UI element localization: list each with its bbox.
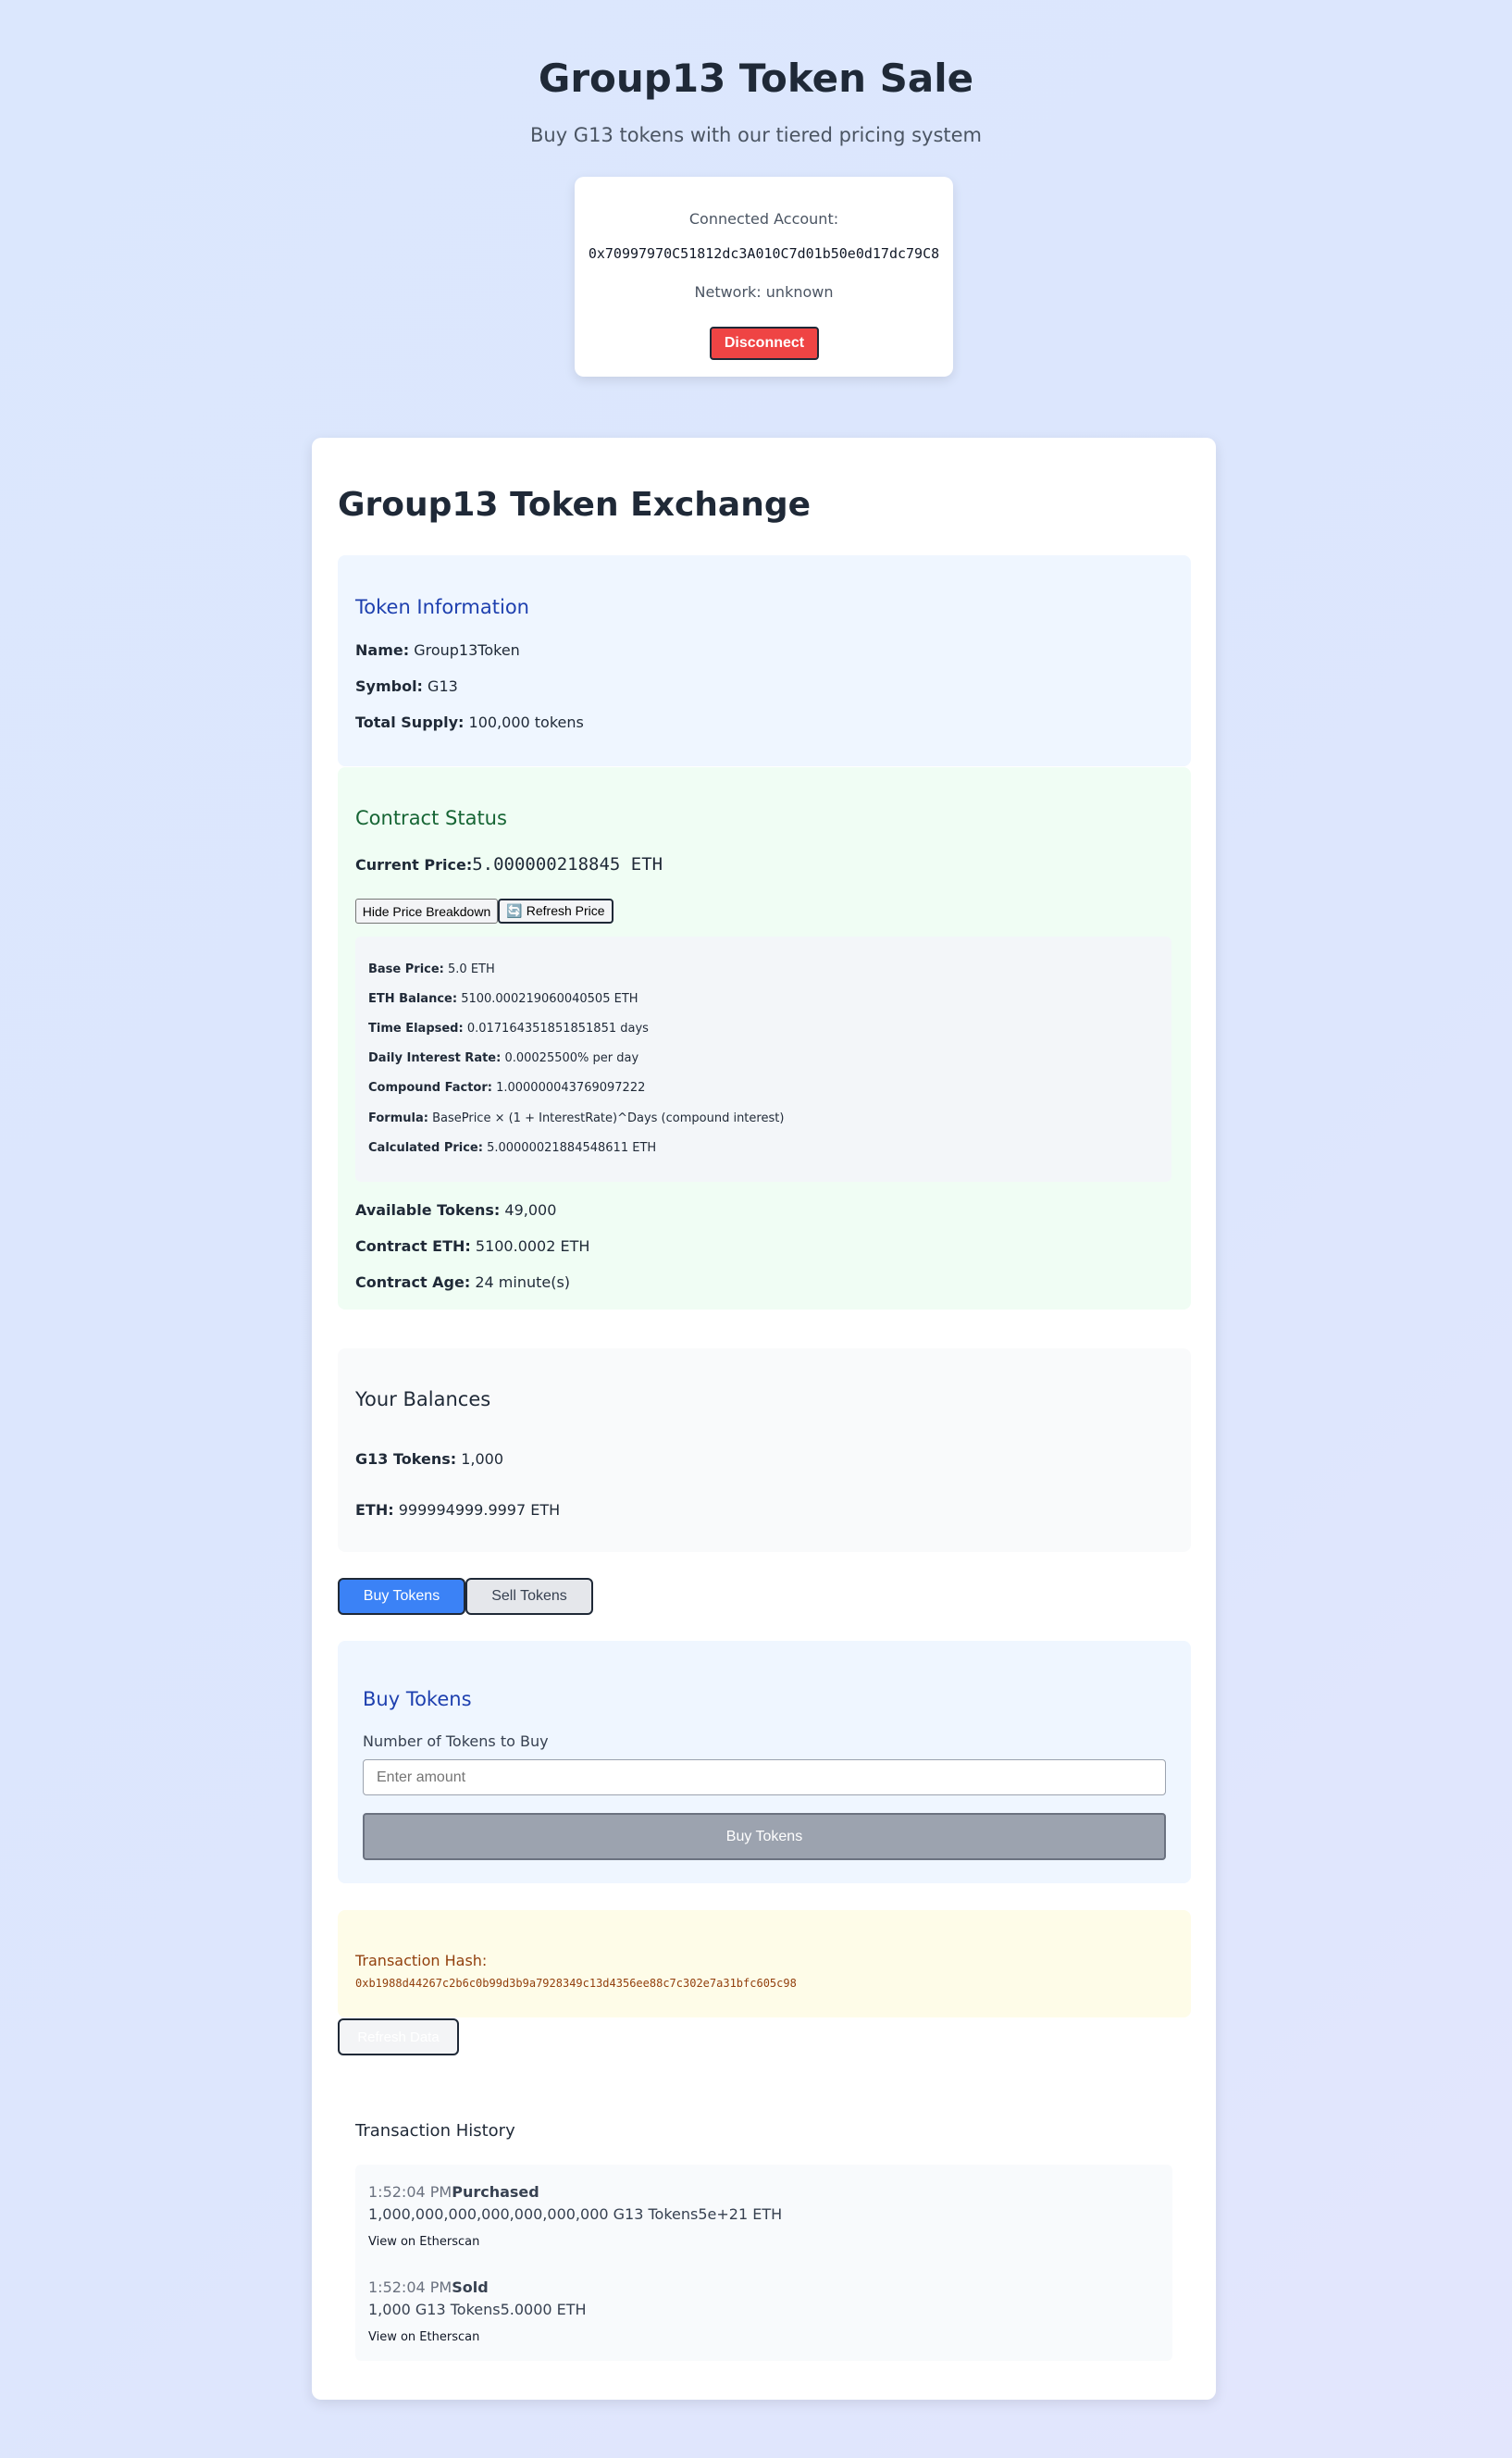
price-breakdown-panel: Base Price: 5.0 ETH ETH Balance: 5100.00… (355, 937, 1171, 1182)
token-symbol-row: Symbol: G13 (355, 677, 458, 695)
token-name-value: Group13Token (414, 641, 520, 659)
balances-section: Your Balances G13 Tokens: 1,000 ETH: 999… (338, 1348, 1191, 1552)
calculated-price-value: 5.00000021884548611 ETH (487, 1141, 657, 1155)
compound-factor-value: 1.000000043769097222 (496, 1081, 646, 1095)
exchange-title: Group13 Token Exchange (338, 486, 812, 524)
breakdown-formula: Formula: BasePrice × (1 + InterestRate)^… (368, 1111, 784, 1125)
history-detail: 1,000,000,000,000,000,000,000 G13 Tokens… (368, 2205, 783, 2223)
exchange-card: Group13 Token Exchange Token Information… (312, 438, 1216, 2400)
transaction-hash-value: 0xb1988d44267c2b6c0b99d3b9a7928349c13d43… (355, 1977, 797, 1990)
eth-balance-label: ETH Balance: (368, 992, 458, 1006)
breakdown-time-elapsed: Time Elapsed: 0.017164351851851851 days (368, 1022, 649, 1036)
connected-account-label: Connected Account: (688, 210, 839, 228)
account-card: Connected Account: 0x70997970C51812dc3A0… (575, 177, 953, 377)
disconnect-button[interactable]: Disconnect (710, 327, 819, 360)
history-detail: 1,000 G13 Tokens5.0000 ETH (368, 2301, 587, 2318)
breakdown-eth-balance: ETH Balance: 5100.000219060040505 ETH (368, 992, 638, 1006)
refresh-price-label: Refresh Price (526, 903, 605, 918)
eth-balance-value: 5100.000219060040505 ETH (461, 992, 638, 1006)
buy-form-title: Buy Tokens (363, 1688, 472, 1710)
account-address: 0x70997970C51812dc3A010C7d01b50e0d17dc79… (588, 245, 940, 262)
time-elapsed-value: 0.017164351851851851 days (466, 1022, 649, 1036)
current-price-row: Current Price:5.000000218845 ETH (355, 854, 663, 875)
eth-balance-row: ETH: 999994999.9997 ETH (355, 1501, 560, 1519)
contract-eth-label: Contract ETH: (355, 1237, 471, 1255)
token-symbol-label: Symbol: (355, 677, 423, 695)
token-symbol-value: G13 (428, 677, 458, 695)
available-tokens-label: Available Tokens: (355, 1201, 501, 1219)
page-title: Group13 Token Sale (538, 56, 974, 101)
g13-balance-row: G13 Tokens: 1,000 (355, 1450, 503, 1468)
page-subtitle: Buy G13 tokens with our tiered pricing s… (529, 124, 983, 146)
tab-buy-tokens[interactable]: Buy Tokens (338, 1578, 465, 1615)
refresh-price-button[interactable]: 🔄 Refresh Price (498, 899, 613, 924)
available-tokens-value: 49,000 (504, 1201, 557, 1219)
amount-label: Number of Tokens to Buy (363, 1732, 549, 1750)
token-supply-value: 100,000 tokens (468, 714, 584, 731)
tab-sell-tokens[interactable]: Sell Tokens (465, 1578, 593, 1615)
eth-balance-value: 999994999.9997 ETH (398, 1501, 561, 1519)
history-item-header: 1:52:04 PMPurchased (368, 2183, 539, 2201)
transaction-history-title: Transaction History (355, 2121, 515, 2141)
token-info-title: Token Information (355, 596, 529, 618)
available-tokens-row: Available Tokens: 49,000 (355, 1201, 556, 1219)
view-on-etherscan-link[interactable]: View on Etherscan (368, 2235, 479, 2249)
transaction-hash-label: Transaction Hash: (355, 1952, 488, 1969)
network-status: Network: unknown (694, 283, 834, 301)
base-price-value: 5.0 ETH (448, 962, 495, 976)
buy-form-section: Buy Tokens Number of Tokens to Buy Buy T… (338, 1641, 1191, 1883)
hide-price-breakdown-button[interactable]: Hide Price Breakdown (355, 899, 498, 924)
eth-balance-label: ETH: (355, 1501, 394, 1519)
contract-age-value: 24 minute(s) (475, 1273, 571, 1291)
breakdown-calculated-price: Calculated Price: 5.00000021884548611 ET… (368, 1141, 656, 1155)
g13-balance-label: G13 Tokens: (355, 1450, 457, 1468)
transaction-history-list: 1:52:04 PMPurchased 1,000,000,000,000,00… (355, 2165, 1172, 2361)
contract-age-row: Contract Age: 24 minute(s) (355, 1273, 570, 1291)
base-price-label: Base Price: (368, 962, 444, 976)
daily-rate-value: 0.00025500% per day (504, 1051, 639, 1065)
g13-balance-value: 1,000 (461, 1450, 504, 1468)
history-item-header: 1:52:04 PMSold (368, 2278, 489, 2296)
history-time: 1:52:04 PM (368, 2278, 452, 2296)
compound-factor-label: Compound Factor: (368, 1081, 492, 1095)
current-price-label: Current Price: (355, 856, 473, 874)
history-time: 1:52:04 PM (368, 2183, 452, 2201)
transaction-hash-section: Transaction Hash: 0xb1988d44267c2b6c0b99… (338, 1910, 1191, 2017)
current-price-value: 5.000000218845 ETH (472, 854, 663, 875)
balances-title: Your Balances (355, 1388, 491, 1410)
contract-age-label: Contract Age: (355, 1273, 471, 1291)
contract-status-title: Contract Status (355, 807, 507, 829)
token-supply-label: Total Supply: (355, 714, 465, 731)
breakdown-compound-factor: Compound Factor: 1.000000043769097222 (368, 1081, 645, 1095)
history-type: Sold (452, 2278, 489, 2296)
time-elapsed-label: Time Elapsed: (368, 1022, 464, 1036)
breakdown-base-price: Base Price: 5.0 ETH (368, 962, 495, 976)
amount-input[interactable] (363, 1759, 1166, 1795)
contract-eth-row: Contract ETH: 5100.0002 ETH (355, 1237, 589, 1255)
refresh-data-button[interactable]: Refresh Data (338, 2018, 459, 2055)
token-info-section: Token Information Name: Group13Token Sym… (338, 555, 1191, 766)
token-name-row: Name: Group13Token (355, 641, 520, 659)
refresh-icon: 🔄 (506, 903, 523, 918)
contract-eth-value: 5100.0002 ETH (475, 1237, 590, 1255)
token-name-label: Name: (355, 641, 410, 659)
contract-status-section: Contract Status Current Price:5.00000021… (338, 767, 1191, 1310)
formula-value: BasePrice × (1 + InterestRate)^Days (com… (432, 1111, 785, 1125)
daily-rate-label: Daily Interest Rate: (368, 1051, 502, 1065)
view-on-etherscan-link[interactable]: View on Etherscan (368, 2330, 479, 2344)
calculated-price-label: Calculated Price: (368, 1141, 483, 1155)
buy-tokens-submit-button[interactable]: Buy Tokens (363, 1813, 1166, 1860)
breakdown-daily-rate: Daily Interest Rate: 0.00025500% per day (368, 1051, 638, 1065)
history-type: Purchased (452, 2183, 539, 2201)
formula-label: Formula: (368, 1111, 428, 1125)
token-supply-row: Total Supply: 100,000 tokens (355, 714, 584, 731)
